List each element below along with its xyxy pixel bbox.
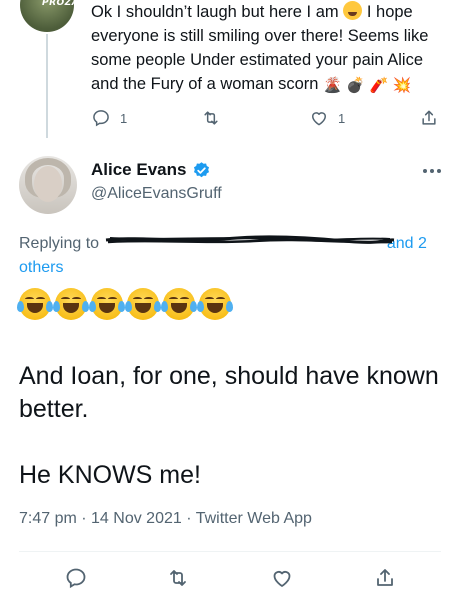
retweet-icon [170, 570, 186, 586]
share-button[interactable] [419, 108, 439, 128]
reply-text-part-1: Ok I shouldn’t laugh but here I am [91, 3, 339, 21]
tweet-metadata: 7:47 pm · 14 Nov 2021 · Twitter Web App [19, 510, 312, 528]
tweet-action-bar [0, 566, 461, 596]
share-icon [377, 569, 393, 586]
thread-connector-line [46, 34, 48, 138]
like-button[interactable] [270, 566, 294, 590]
redaction-scribble [105, 235, 395, 244]
tweet-body: And Ioan, for one, should have known bet… [19, 360, 439, 492]
divider [19, 551, 441, 552]
tweet-date[interactable]: 14 Nov 2021 [91, 510, 182, 527]
avatar-logo-text: PROZAC [42, 0, 74, 8]
tweet-source[interactable]: Twitter Web App [196, 510, 312, 527]
meta-separator: · [181, 510, 196, 527]
meta-separator: · [76, 510, 92, 527]
like-button[interactable]: 1 [309, 108, 345, 128]
tweet-time[interactable]: 7:47 pm [19, 510, 77, 527]
retweet-icon [204, 111, 218, 125]
reply-icon [93, 110, 109, 127]
tweet-line-2: He KNOWS me! [19, 461, 201, 489]
reply-button[interactable] [64, 566, 88, 590]
author-name-row: Alice Evans [91, 160, 211, 180]
reply-count: 1 [120, 110, 128, 126]
tears-of-joy-icon [161, 288, 197, 320]
reply-author-avatar[interactable]: PROZAC [20, 0, 74, 32]
replying-prefix: Replying to [19, 235, 100, 252]
reply-button[interactable]: 1 [91, 108, 127, 128]
tears-of-joy-icon [125, 288, 161, 320]
share-button[interactable] [373, 566, 397, 590]
author-name[interactable]: Alice Evans [91, 160, 186, 180]
bomb-emoji-icon: 💣 [346, 76, 366, 94]
heart-icon [273, 571, 291, 587]
reply-tweet-actions: 1 1 [91, 108, 443, 130]
volcano-emoji-icon: 🌋 [323, 76, 342, 94]
tweet-line-1: And Ioan, for one, should have known bet… [19, 362, 439, 423]
retweet-button[interactable] [201, 108, 230, 128]
share-icon [422, 110, 436, 125]
author-handle[interactable]: @AliceEvansGruff [91, 185, 222, 203]
like-count: 1 [338, 110, 346, 126]
tears-of-joy-icon [17, 288, 53, 320]
retweet-button[interactable] [166, 566, 190, 590]
verified-badge-icon [194, 161, 210, 177]
laughing-emoji-row [17, 288, 233, 320]
tears-of-joy-icon [197, 288, 233, 320]
tears-of-joy-icon [89, 288, 125, 320]
tears-of-joy-icon [53, 288, 89, 320]
reply-icon [66, 568, 86, 589]
collision-emoji-icon: 💥 [392, 76, 412, 94]
author-avatar[interactable] [19, 156, 77, 214]
heart-icon [312, 112, 326, 126]
more-options-icon[interactable] [420, 161, 444, 181]
reply-tweet-text: Ok I shouldn’t laugh but here I am I hop… [91, 0, 451, 96]
laughing-emoji-icon [343, 1, 363, 20]
firecracker-emoji-icon: 🧨 [369, 76, 389, 94]
